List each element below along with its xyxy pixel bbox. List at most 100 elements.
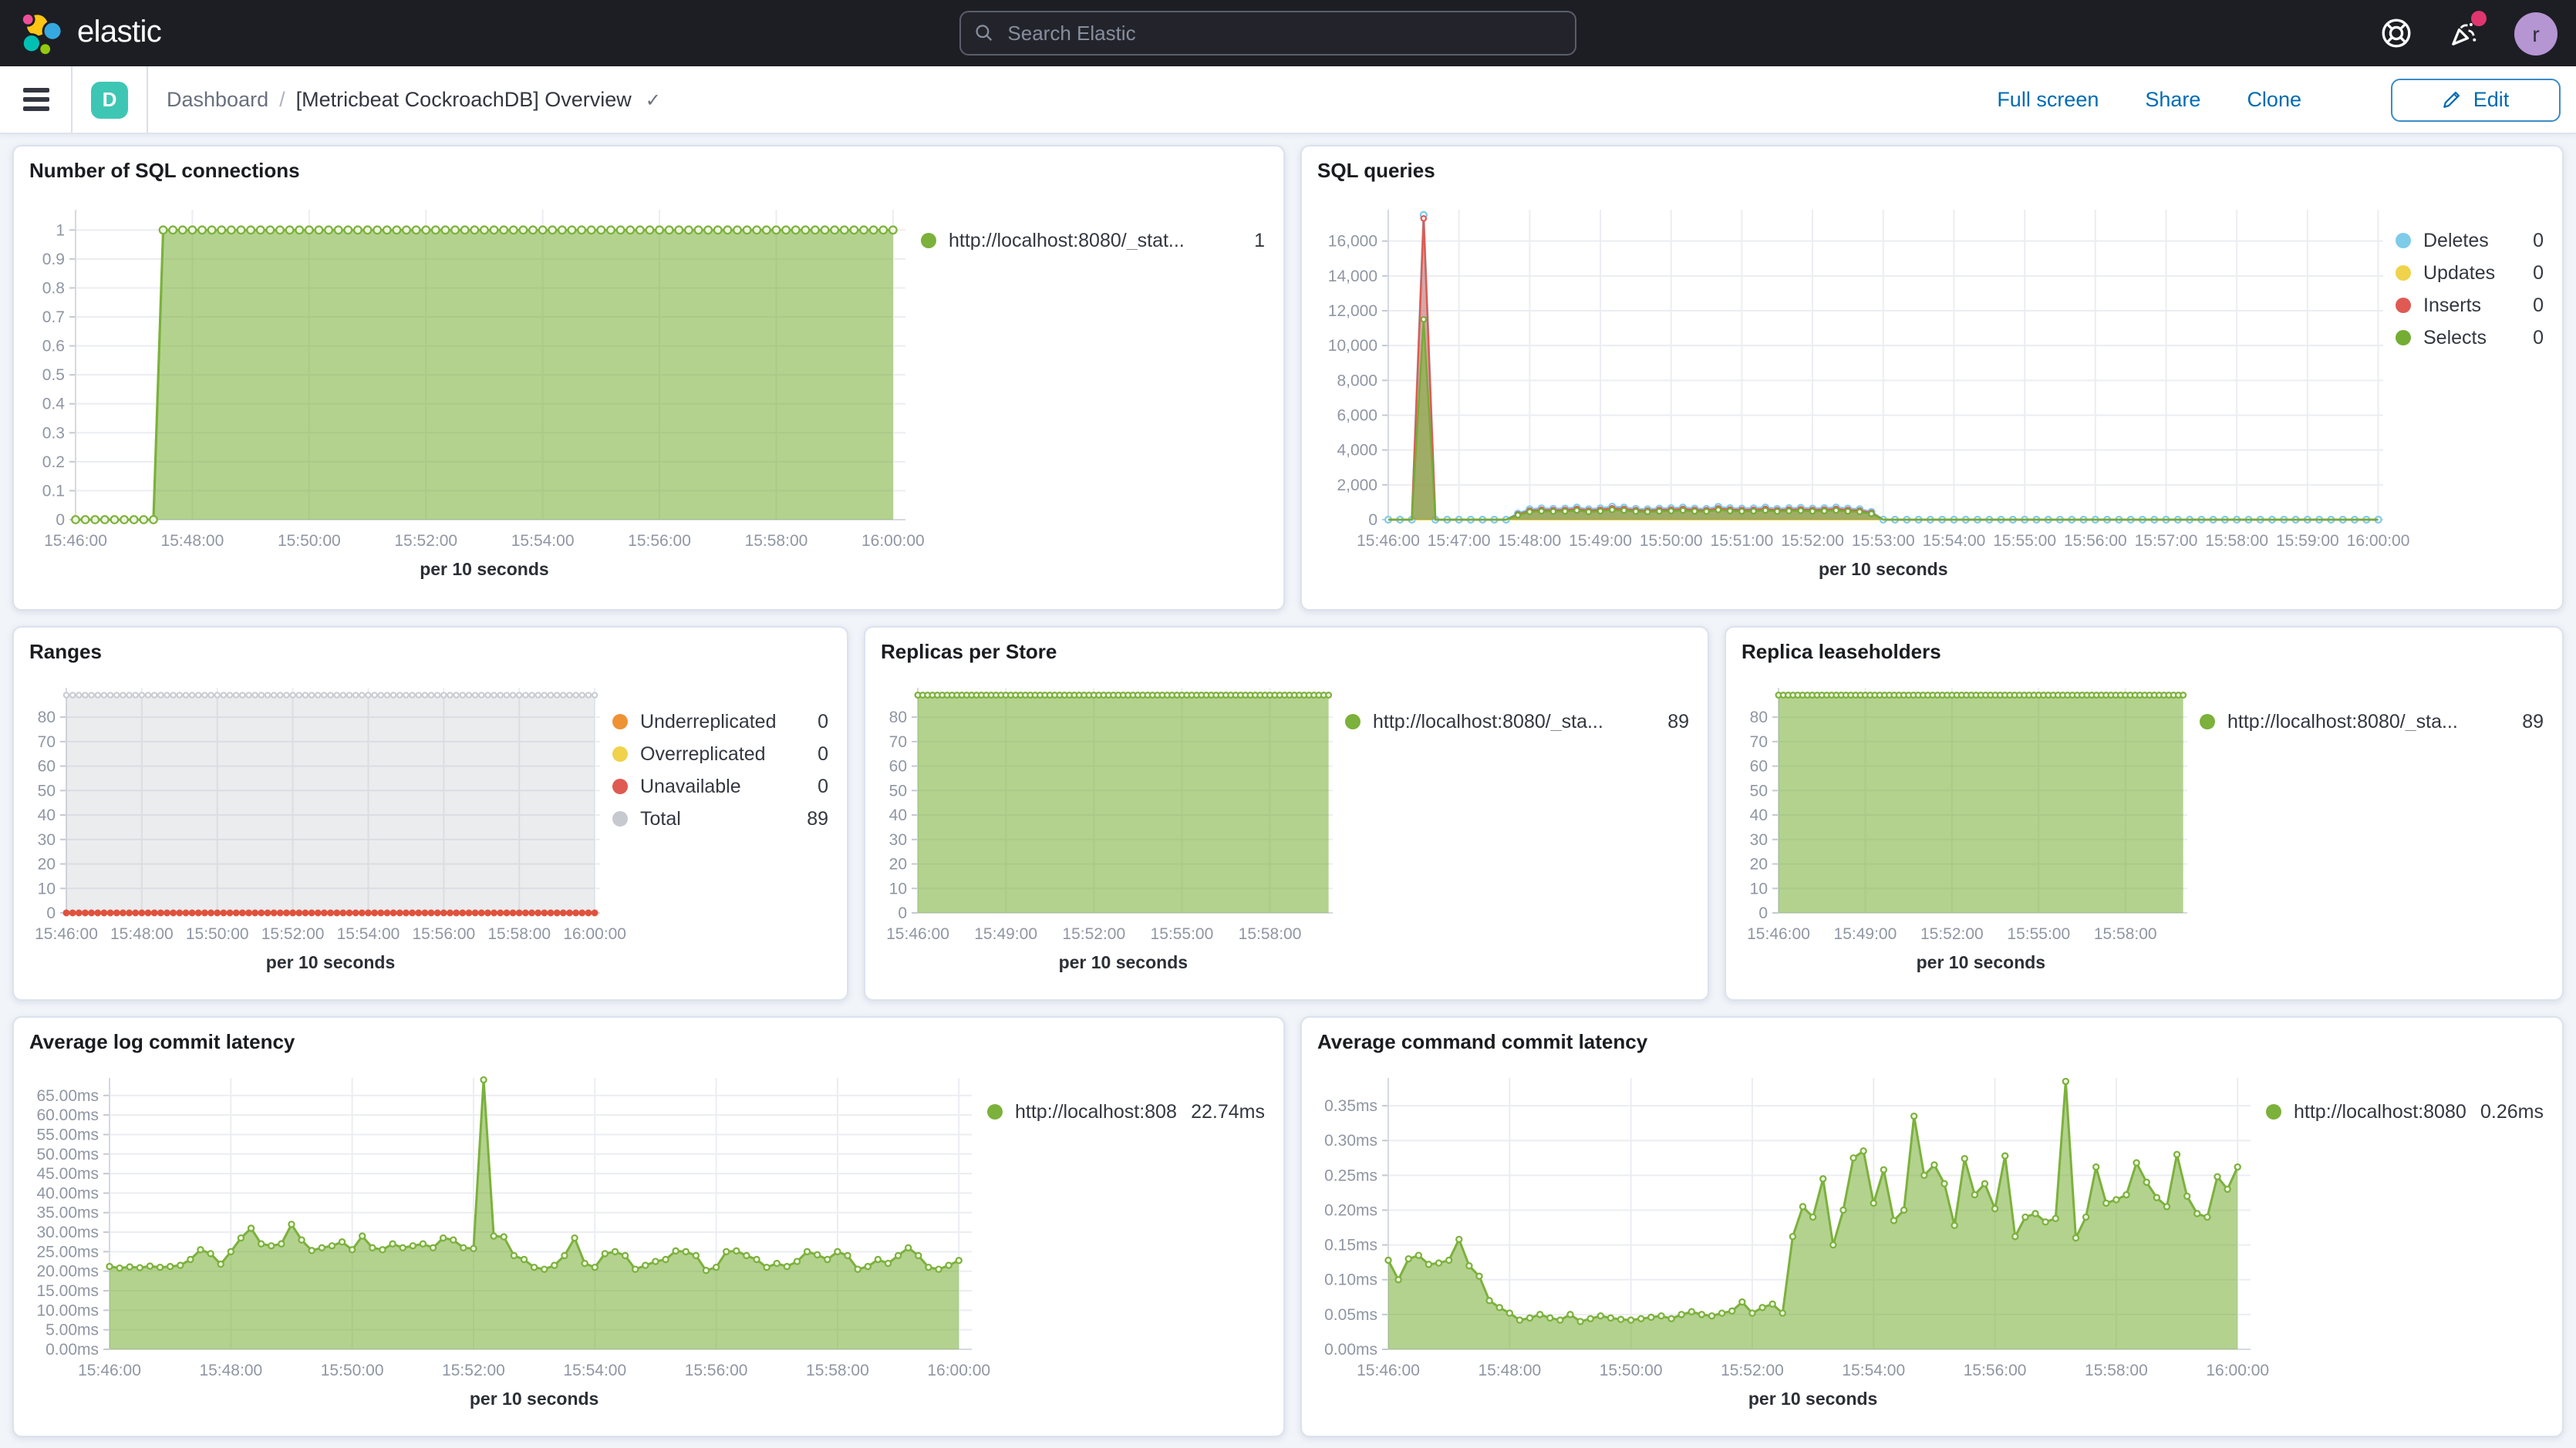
legend-label: http://localhost:808... xyxy=(1015,1103,1178,1121)
svg-text:20: 20 xyxy=(38,856,56,874)
svg-text:15:52:00: 15:52:00 xyxy=(1062,925,1125,943)
legend-item[interactable]: Deletes 0 xyxy=(2396,231,2544,250)
legend-value: 0 xyxy=(818,745,828,763)
svg-text:0.30ms: 0.30ms xyxy=(1324,1132,1377,1150)
elastic-brand[interactable]: elastic xyxy=(19,10,312,56)
panel-average-log-commit-latency: Average log commit latency 65.00ms60.00m… xyxy=(12,1016,1285,1437)
svg-text:15:52:00: 15:52:00 xyxy=(442,1362,505,1379)
full-screen-button[interactable]: Full screen xyxy=(1997,88,2099,111)
panel-ranges: Ranges 8070605040302010015:46:0015:48:00… xyxy=(12,626,848,1001)
notification-badge xyxy=(2471,10,2487,25)
toolbar-actions: Full screen Share Clone Edit xyxy=(1997,78,2561,121)
svg-text:15:55:00: 15:55:00 xyxy=(1151,925,1214,943)
brand-name: elastic xyxy=(77,15,161,51)
svg-text:0.15ms: 0.15ms xyxy=(1324,1237,1377,1254)
svg-text:0.4: 0.4 xyxy=(42,396,66,413)
svg-text:15:59:00: 15:59:00 xyxy=(2276,532,2339,550)
legend-label: http://localhost:8080... xyxy=(2294,1103,2468,1121)
svg-text:65.00ms: 65.00ms xyxy=(36,1087,99,1105)
search-input[interactable] xyxy=(1004,20,1561,46)
panel-average-command-commit-latency: Average command commit latency 0.35ms0.3… xyxy=(1300,1016,2564,1437)
svg-text:15:58:00: 15:58:00 xyxy=(2094,925,2157,943)
header-actions: r xyxy=(2379,12,2557,55)
svg-text:15:52:00: 15:52:00 xyxy=(1721,1362,1784,1379)
legend-dot xyxy=(2396,265,2411,281)
svg-text:15:54:00: 15:54:00 xyxy=(337,925,400,943)
legend-value: 89 xyxy=(2522,712,2544,731)
svg-text:10: 10 xyxy=(889,880,907,897)
svg-text:60: 60 xyxy=(889,758,907,776)
svg-text:0: 0 xyxy=(56,511,65,529)
life-ring-icon xyxy=(2379,17,2412,49)
legend-dot xyxy=(987,1104,1003,1120)
svg-text:0.20ms: 0.20ms xyxy=(1324,1201,1377,1219)
legend-label: Deletes xyxy=(2423,231,2520,250)
svg-text:1: 1 xyxy=(56,221,65,239)
svg-text:0.9: 0.9 xyxy=(42,251,65,268)
svg-text:15:50:00: 15:50:00 xyxy=(1640,532,1703,550)
svg-text:20: 20 xyxy=(1750,856,1768,874)
breadcrumb-dashboard-link[interactable]: Dashboard xyxy=(167,88,268,111)
replicas-per-store-chart: 8070605040302010015:46:0015:49:0015:52:0… xyxy=(865,666,1345,999)
legend-item[interactable]: Selects 0 xyxy=(2396,328,2544,347)
svg-text:60.00ms: 60.00ms xyxy=(36,1106,99,1124)
breadcrumb-separator: / xyxy=(279,88,285,111)
legend-dot xyxy=(612,746,628,762)
svg-text:15:49:00: 15:49:00 xyxy=(1569,532,1632,550)
svg-text:15:54:00: 15:54:00 xyxy=(1842,1362,1905,1379)
svg-text:15:54:00: 15:54:00 xyxy=(563,1362,626,1379)
help-button[interactable] xyxy=(2379,16,2412,50)
legend-item[interactable]: Inserts 0 xyxy=(2396,296,2544,315)
svg-text:15.00ms: 15.00ms xyxy=(36,1282,99,1300)
svg-text:45.00ms: 45.00ms xyxy=(36,1165,99,1183)
title-check-icon[interactable]: ✓ xyxy=(646,89,661,110)
svg-text:per 10 seconds: per 10 seconds xyxy=(266,952,395,972)
legend-item[interactable]: Overreplicated 0 xyxy=(612,745,828,763)
legend-dot xyxy=(2396,298,2411,313)
legend-item[interactable]: Updates 0 xyxy=(2396,264,2544,282)
legend-item[interactable]: http://localhost:8080/_sta... 89 xyxy=(1345,712,1689,731)
svg-text:80: 80 xyxy=(889,709,907,726)
user-avatar[interactable]: r xyxy=(2514,12,2557,55)
legend-item[interactable]: Underreplicated 0 xyxy=(612,712,828,731)
panel-replicas-per-store: Replicas per Store 8070605040302010015:4… xyxy=(864,626,1709,1001)
svg-text:4,000: 4,000 xyxy=(1337,442,1377,460)
svg-text:15:46:00: 15:46:00 xyxy=(886,925,949,943)
clone-button[interactable]: Clone xyxy=(2247,88,2301,111)
svg-text:15:58:00: 15:58:00 xyxy=(745,532,808,550)
legend-value: 89 xyxy=(1667,712,1689,731)
svg-text:0.00ms: 0.00ms xyxy=(46,1341,99,1359)
legend-item[interactable]: http://localhost:8080/_stat... 1 xyxy=(921,231,1265,250)
svg-text:0.2: 0.2 xyxy=(42,453,65,471)
share-button[interactable]: Share xyxy=(2145,88,2200,111)
dashboard-app-badge: D xyxy=(91,81,128,118)
newsfeed-button[interactable] xyxy=(2446,16,2480,50)
legend-item[interactable]: http://localhost:8080... 0.26ms xyxy=(2266,1103,2544,1121)
svg-text:70: 70 xyxy=(38,733,56,751)
edit-button[interactable]: Edit xyxy=(2391,78,2561,121)
kibana-app: elastic xyxy=(0,0,2576,1448)
legend-item[interactable]: Unavailable 0 xyxy=(612,777,828,796)
svg-text:15:46:00: 15:46:00 xyxy=(44,532,107,550)
global-search[interactable] xyxy=(959,11,1576,56)
svg-text:15:46:00: 15:46:00 xyxy=(78,1362,141,1379)
legend-item[interactable]: http://localhost:808... 22.74ms xyxy=(987,1103,1265,1121)
svg-text:10: 10 xyxy=(1750,880,1768,897)
panel-title: Replicas per Store xyxy=(865,628,1708,666)
edit-button-label: Edit xyxy=(2473,88,2510,111)
svg-text:0: 0 xyxy=(898,904,907,922)
panel-sql-queries: SQL queries 16,00014,00012,00010,0008,00… xyxy=(1300,145,2564,611)
svg-text:0.1: 0.1 xyxy=(42,482,65,500)
svg-text:0.35ms: 0.35ms xyxy=(1324,1097,1377,1115)
svg-text:15:50:00: 15:50:00 xyxy=(186,925,249,943)
svg-text:35.00ms: 35.00ms xyxy=(36,1204,99,1222)
legend-value: 89 xyxy=(807,810,828,828)
legend-item[interactable]: http://localhost:8080/_sta... 89 xyxy=(2200,712,2544,731)
chart-legend: http://localhost:8080... 0.26ms xyxy=(2266,1056,2562,1436)
panel-replica-leaseholders: Replica leaseholders 8070605040302010015… xyxy=(1725,626,2564,1001)
svg-text:20.00ms: 20.00ms xyxy=(36,1263,99,1281)
legend-item[interactable]: Total 89 xyxy=(612,810,828,828)
menu-button[interactable] xyxy=(0,66,71,133)
chart-legend: Deletes 0 Updates 0 Inserts 0 xyxy=(2396,185,2562,609)
log-commit-latency-chart: 65.00ms60.00ms55.00ms50.00ms45.00ms40.00… xyxy=(14,1056,987,1436)
